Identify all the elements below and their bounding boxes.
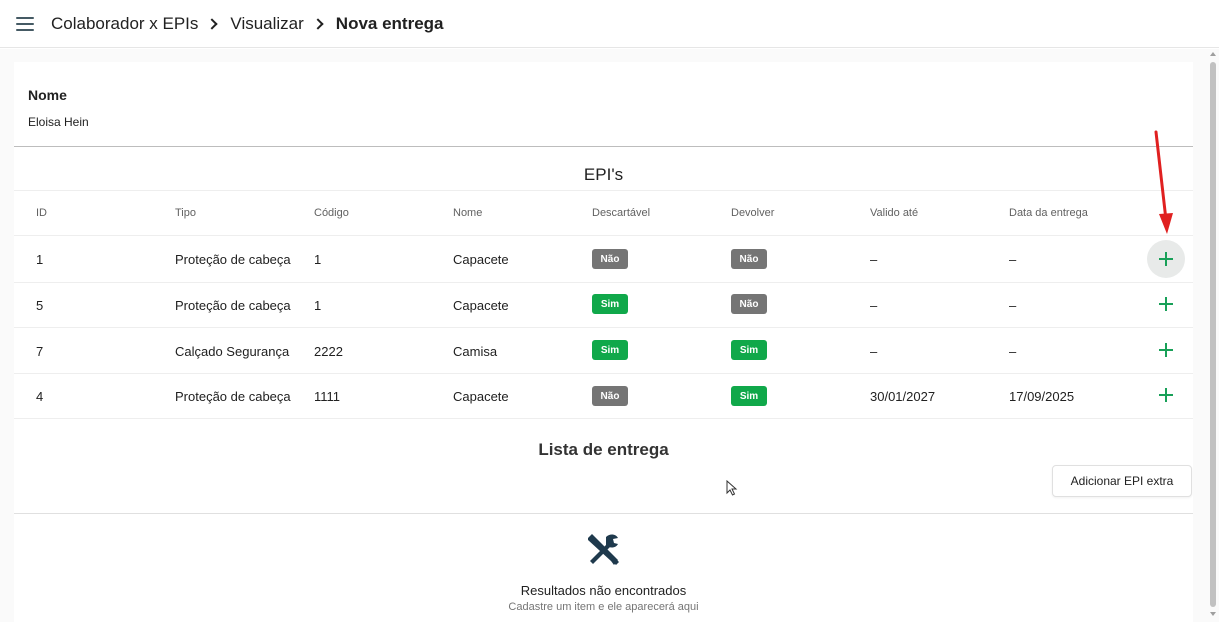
- cell-tipo: Proteção de cabeça: [175, 298, 291, 313]
- column-header-devolver: Devolver: [731, 207, 775, 219]
- cell-valido-ate: 30/01/2027: [870, 389, 936, 404]
- cell-id: 1: [36, 252, 44, 267]
- column-header-data-entrega: Data da entrega: [1009, 207, 1088, 219]
- descartavel-badge: Sim: [592, 294, 628, 314]
- divider: [14, 418, 1193, 419]
- divider: [14, 146, 1193, 147]
- scroll-down-icon[interactable]: [1210, 612, 1216, 616]
- devolver-badge: Sim: [731, 386, 767, 406]
- cell-nome: Capacete: [453, 252, 509, 267]
- devolver-badge: Não: [731, 294, 767, 314]
- cell-data-entrega: –: [1009, 344, 1017, 359]
- empty-state-subtitle: Cadastre um item e ele aparecerá aqui: [508, 601, 699, 613]
- menu-icon[interactable]: [16, 17, 34, 31]
- cell-data-entrega: 17/09/2025: [1009, 389, 1075, 404]
- breadcrumb-item-colaborador-epis[interactable]: Colaborador x EPIs: [51, 14, 198, 34]
- chevron-right-icon: [206, 18, 219, 30]
- breadcrumb-current: Nova entrega: [335, 14, 444, 33]
- cell-tipo: Proteção de cabeça: [175, 252, 291, 267]
- cell-codigo: 1: [314, 252, 322, 267]
- top-bar: Colaborador x EPIs Visualizar Nova entre…: [0, 0, 1219, 48]
- plus-icon: [1159, 343, 1173, 357]
- cell-id: 4: [36, 389, 44, 404]
- column-header-id: ID: [36, 207, 47, 219]
- plus-icon: [1159, 388, 1173, 402]
- breadcrumb-item-visualizar[interactable]: Visualizar: [230, 14, 303, 34]
- nome-label: Nome: [28, 87, 67, 103]
- cell-tipo: Calçado Segurança: [175, 344, 290, 359]
- cell-valido-ate: –: [870, 252, 878, 267]
- tools-icon: [588, 534, 619, 565]
- cell-codigo: 1: [314, 298, 322, 313]
- column-header-valido-ate: Valido até: [870, 207, 919, 219]
- add-extra-epi-button[interactable]: Adicionar EPI extra: [1052, 465, 1192, 497]
- divider: [14, 235, 1193, 236]
- cell-tipo: Proteção de cabeça: [175, 389, 291, 404]
- divider: [14, 282, 1193, 283]
- add-epi-button[interactable]: [1147, 331, 1185, 369]
- plus-icon: [1159, 252, 1173, 266]
- nome-value: Eloisa Hein: [28, 115, 89, 129]
- vertical-scrollbar[interactable]: [1208, 52, 1218, 620]
- column-header-codigo: Código: [314, 207, 349, 219]
- divider: [14, 327, 1193, 328]
- add-epi-button[interactable]: [1147, 240, 1185, 278]
- divider: [14, 190, 1193, 191]
- scroll-up-icon[interactable]: [1210, 52, 1216, 56]
- cell-nome: Camisa: [453, 344, 498, 359]
- cell-data-entrega: –: [1009, 298, 1017, 313]
- cell-nome: Capacete: [453, 389, 509, 404]
- column-header-tipo: Tipo: [175, 207, 196, 219]
- cell-valido-ate: –: [870, 344, 878, 359]
- add-epi-button[interactable]: [1147, 285, 1185, 323]
- plus-icon: [1159, 297, 1173, 311]
- divider: [14, 513, 1193, 514]
- empty-state-title: Resultados não encontrados: [520, 583, 687, 598]
- devolver-badge: Sim: [731, 340, 767, 360]
- descartavel-badge: Não: [592, 249, 628, 269]
- cell-valido-ate: –: [870, 298, 878, 313]
- cell-data-entrega: –: [1009, 252, 1017, 267]
- column-header-descartavel: Descartável: [592, 207, 651, 219]
- column-header-nome: Nome: [453, 207, 483, 219]
- cell-nome: Capacete: [453, 298, 509, 313]
- descartavel-badge: Sim: [592, 340, 628, 360]
- chevron-right-icon: [312, 18, 324, 30]
- add-epi-button[interactable]: [1147, 376, 1185, 414]
- cell-id: 5: [36, 298, 44, 313]
- epis-title: EPI's: [583, 165, 624, 184]
- cell-codigo: 1111: [314, 389, 341, 404]
- cell-id: 7: [36, 344, 44, 359]
- descartavel-badge: Não: [592, 386, 628, 406]
- cell-codigo: 2222: [314, 344, 343, 359]
- lista-entrega-title: Lista de entrega: [538, 440, 669, 459]
- scroll-thumb[interactable]: [1210, 62, 1216, 607]
- divider: [14, 373, 1193, 374]
- breadcrumb: Colaborador x EPIs Visualizar Nova entre…: [51, 14, 444, 34]
- devolver-badge: Não: [731, 249, 767, 269]
